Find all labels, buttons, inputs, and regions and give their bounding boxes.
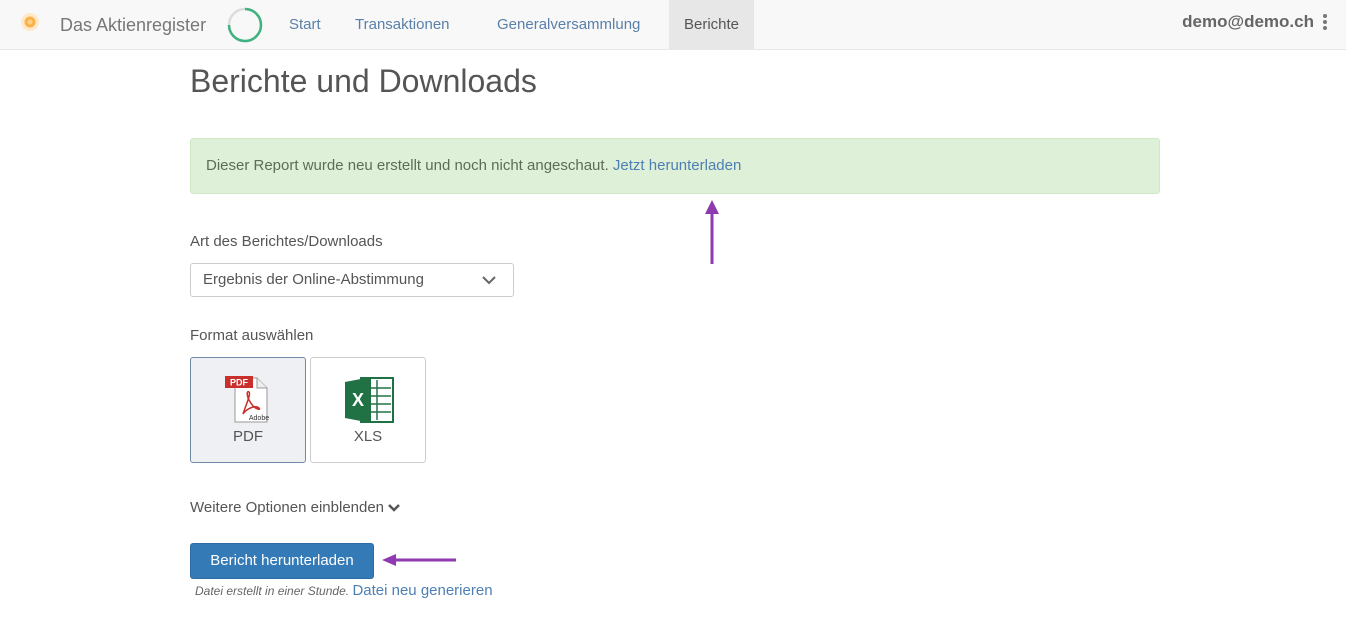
format-option-label: XLS: [353, 428, 383, 445]
excel-file-icon: X: [345, 377, 394, 423]
nav-berichte[interactable]: Berichte: [669, 0, 755, 50]
sun-logo-icon[interactable]: [20, 12, 40, 32]
svg-text:Adobe: Adobe: [249, 415, 269, 422]
nav-generalversammlung[interactable]: Generalversammlung: [497, 0, 640, 50]
chevron-down-icon: [482, 276, 496, 285]
top-navbar: Das Aktienregister Start Transaktionen G…: [0, 0, 1346, 50]
success-alert: Dieser Report wurde neu erstellt und noc…: [190, 138, 1160, 194]
chevron-down-icon: [388, 504, 400, 512]
svg-text:PDF: PDF: [230, 378, 249, 388]
more-options-label: Weitere Optionen einblenden: [190, 499, 385, 516]
annotation-arrow-left-icon: [382, 554, 456, 566]
regenerate-file-link[interactable]: Datei neu generieren: [352, 582, 492, 599]
user-menu[interactable]: demo@demo.ch: [1182, 12, 1314, 32]
annotation-arrow-up-icon: [705, 200, 719, 264]
pdf-file-icon: PDF Adobe: [225, 376, 269, 423]
format-option-pdf[interactable]: PDF Adobe PDF: [190, 357, 306, 463]
kebab-menu-icon[interactable]: [1322, 14, 1328, 34]
nav-start[interactable]: Start: [289, 0, 321, 50]
alert-download-link[interactable]: Jetzt herunterladen: [613, 157, 741, 174]
loading-spinner-icon: [227, 7, 263, 43]
download-report-button[interactable]: Bericht herunterladen: [190, 543, 374, 579]
report-type-select[interactable]: Ergebnis der Online-Abstimmung: [190, 263, 514, 297]
more-options-toggle[interactable]: Weitere Optionen einblenden: [190, 499, 400, 516]
alert-text: Dieser Report wurde neu erstellt und noc…: [206, 157, 609, 174]
format-option-xls[interactable]: X XLS: [310, 357, 426, 463]
page-title: Berichte und Downloads: [190, 63, 537, 99]
file-note: Datei erstellt in einer Stunde. Datei ne…: [195, 582, 493, 599]
format-option-label: PDF: [233, 428, 263, 445]
svg-text:X: X: [352, 390, 364, 410]
nav-transaktionen[interactable]: Transaktionen: [355, 0, 450, 50]
format-label: Format auswählen: [190, 327, 314, 344]
brand-title[interactable]: Das Aktienregister: [60, 15, 206, 36]
file-note-text: Datei erstellt in einer Stunde.: [195, 584, 350, 598]
report-type-value: Ergebnis der Online-Abstimmung: [203, 271, 424, 288]
report-type-label: Art des Berichtes/Downloads: [190, 233, 383, 250]
